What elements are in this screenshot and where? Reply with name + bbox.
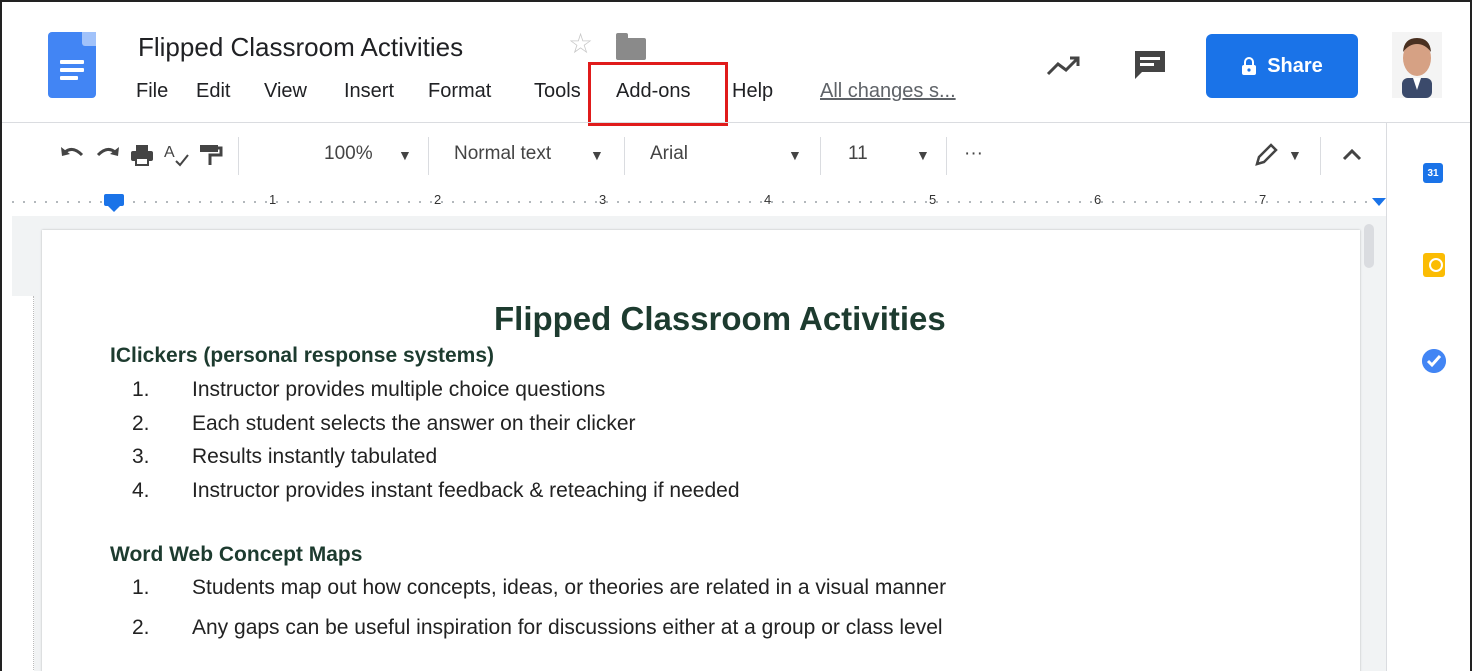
add-ons-highlight-box [588,62,728,126]
menu-help[interactable]: Help [732,80,773,103]
share-button[interactable]: Share [1206,34,1358,98]
style-dropdown-icon[interactable]: ▼ [590,147,604,163]
folder-icon[interactable] [616,33,646,60]
ruler-number: 2 [434,192,442,207]
list-item[interactable]: Students map out how concepts, ideas, or… [192,576,946,600]
redo-icon[interactable] [94,141,122,169]
list-item[interactable]: Instructor provides multiple choice ques… [192,378,605,402]
more-options-button[interactable]: ··· [964,143,983,165]
comment-icon[interactable] [1132,48,1168,82]
app-window: Flipped Classroom Activities ☆ File Edit… [0,0,1472,671]
undo-icon[interactable] [58,141,86,169]
formatting-toolbar: A 100% ▼ Normal text ▼ Arial ▼ 11 ▼ ··· … [2,123,1386,189]
share-label: Share [1267,54,1323,77]
pencil-icon[interactable] [1252,141,1280,169]
list-item-number: 1. [132,576,150,599]
zoom-select[interactable]: 100% [324,143,373,165]
vertical-ruler[interactable] [12,216,34,671]
vertical-ruler-page-area [12,296,34,671]
ruler-number: 3 [599,192,607,207]
menu-format[interactable]: Format [428,80,491,103]
menu-tools[interactable]: Tools [534,80,581,103]
font-select[interactable]: Arial [650,143,688,165]
list-item-number: 4. [132,479,150,502]
ruler-track [12,201,1386,203]
document-title[interactable]: Flipped Classroom Activities [138,32,463,63]
spellcheck-icon[interactable]: A [162,141,190,169]
toolbar-separator [1320,137,1321,175]
scrollbar-thumb[interactable] [1364,224,1374,268]
lock-icon [1242,57,1257,75]
editing-mode-dropdown-icon[interactable]: ▼ [1288,147,1302,163]
toolbar-separator [820,137,821,175]
menu-edit[interactable]: Edit [196,80,230,103]
section-heading[interactable]: IClickers (personal response systems) [110,344,494,368]
ruler-number: 6 [1094,192,1102,207]
document-canvas [34,216,1386,671]
font-size-select[interactable]: 11 [848,143,868,165]
side-panel: 31 [1386,123,1470,671]
paint-format-icon[interactable] [196,141,224,169]
list-item-number: 3. [132,445,150,468]
ruler-number: 5 [929,192,937,207]
menu-insert[interactable]: Insert [344,80,394,103]
ruler-number: 7 [1259,192,1267,207]
section-heading[interactable]: Word Web Concept Maps [110,543,362,567]
ruler-number: 4 [764,192,772,207]
toolbar-separator [428,137,429,175]
print-icon[interactable] [128,141,156,169]
font-size-dropdown-icon[interactable]: ▼ [916,147,930,163]
avatar[interactable] [1392,32,1442,98]
list-item-number: 2. [132,412,150,435]
document-heading-title[interactable]: Flipped Classroom Activities [494,300,946,338]
calendar-icon[interactable]: 31 [1423,163,1443,183]
toolbar-separator [624,137,625,175]
menu-file[interactable]: File [136,80,168,103]
activity-trend-icon[interactable] [1044,50,1084,80]
docs-logo-icon[interactable] [48,32,96,98]
tasks-icon[interactable] [1422,349,1446,373]
list-item[interactable]: Any gaps can be useful inspiration for d… [192,616,943,640]
list-item-number: 1. [132,378,150,401]
toolbar-separator [238,137,239,175]
zoom-dropdown-icon[interactable]: ▼ [398,147,412,163]
list-item[interactable]: Instructor provides instant feedback & r… [192,479,740,503]
toolbar-separator [946,137,947,175]
font-dropdown-icon[interactable]: ▼ [788,147,802,163]
list-item[interactable]: Each student selects the answer on their… [192,412,636,436]
keep-icon[interactable] [1423,253,1445,277]
menu-view[interactable]: View [264,80,307,103]
paragraph-style-select[interactable]: Normal text [454,143,551,165]
star-icon[interactable]: ☆ [568,30,593,58]
list-item[interactable]: Results instantly tabulated [192,445,437,469]
save-status-link[interactable]: All changes s... [820,80,956,103]
right-margin-marker[interactable] [1372,198,1386,206]
indent-marker[interactable] [104,194,124,212]
collapse-icon[interactable] [1338,141,1366,169]
svg-text:A: A [164,144,175,161]
list-item-number: 2. [132,616,150,639]
horizontal-ruler[interactable]: 1 2 3 4 5 6 7 [12,190,1386,214]
ruler-number: 1 [269,192,277,207]
